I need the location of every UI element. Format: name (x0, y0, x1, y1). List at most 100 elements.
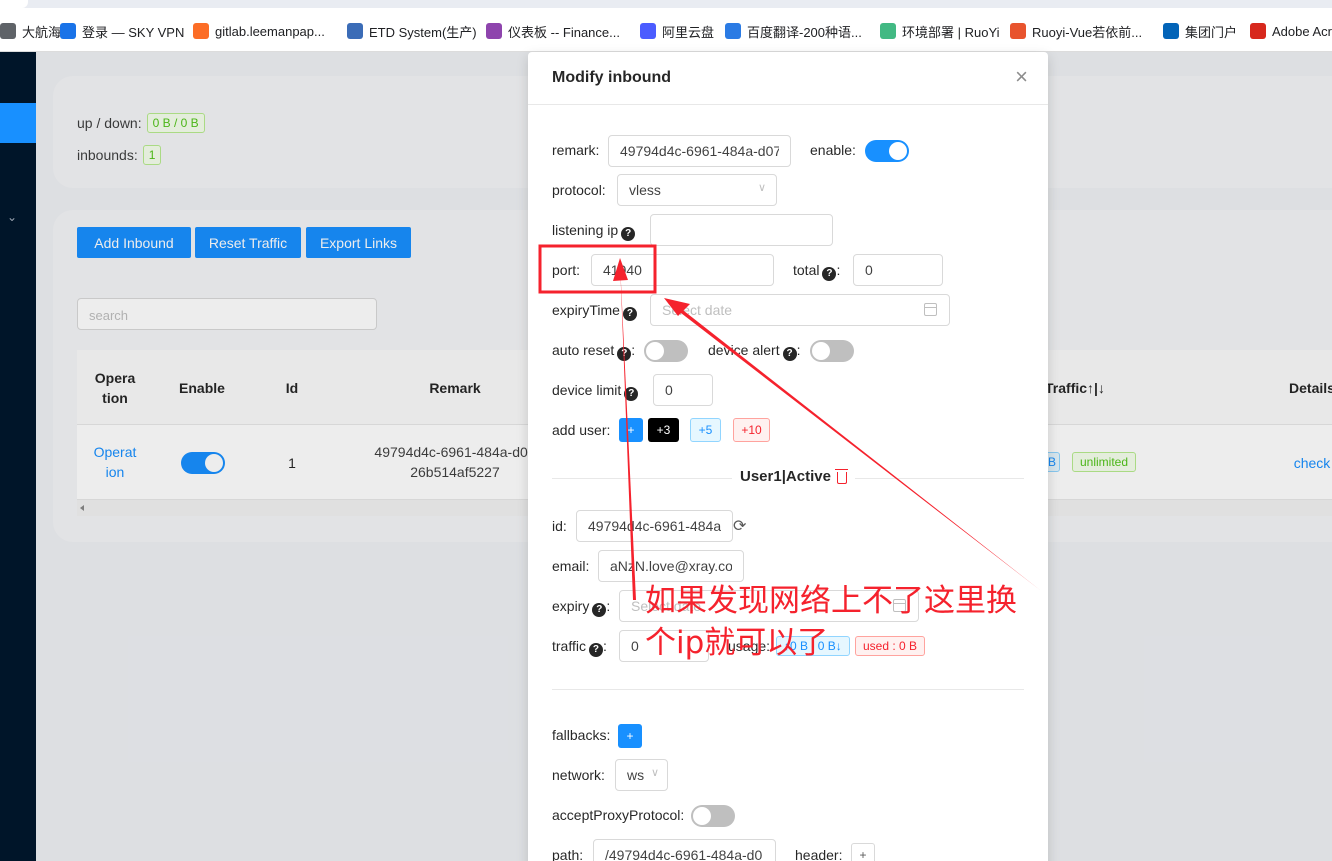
c-icon (1010, 23, 1026, 39)
add-3-users-button[interactable]: +3 (648, 418, 679, 442)
bookmark-label: 环境部署 | RuoYi (902, 24, 1000, 40)
fallbacks-label: fallbacks: (552, 727, 611, 743)
bookmark-3[interactable]: ETD System(生产) (347, 21, 477, 41)
tab-strip (0, 0, 1332, 8)
port-label: port: (552, 262, 581, 278)
help-icon: ? (624, 387, 639, 401)
add-10-users-button[interactable]: +10 (733, 418, 770, 442)
modal-title: Modify inbound (552, 69, 672, 86)
expiry-text: expiryTime (552, 302, 620, 318)
translate-icon (725, 23, 741, 39)
bookmark-label: gitlab.leemanpap... (215, 23, 325, 39)
help-icon: ? (622, 307, 637, 321)
refresh-icon[interactable]: ⟳ (733, 516, 746, 536)
id-input[interactable] (576, 510, 733, 542)
user-title-text: User1|Active (740, 468, 831, 485)
modify-inbound-modal: Modify inbound × remark: enable: protoco… (528, 52, 1048, 861)
expiry-placeholder: Select date (662, 302, 733, 318)
bookmark-8[interactable]: Ruoyi-Vue若依前... (1010, 21, 1142, 41)
user-title: User1|Active (732, 468, 855, 485)
total-input[interactable] (853, 254, 943, 286)
accept-proxy-switch[interactable] (691, 805, 735, 827)
diamond-icon (486, 23, 502, 39)
user-expiry-label: expiry?: (552, 598, 611, 617)
help-icon: ? (822, 267, 837, 281)
traffic-text: traffic (552, 638, 586, 654)
bookmark-2[interactable]: gitlab.leemanpap... (193, 21, 325, 41)
bookmark-label: 百度翻译-200种语... (747, 24, 862, 40)
listening-ip-input[interactable] (650, 214, 833, 246)
help-icon: ? (617, 347, 632, 361)
device-alert-label: device alert?: (708, 342, 801, 361)
bookmark-6[interactable]: 百度翻译-200种语... (725, 21, 862, 41)
user-expiry-text: expiry (552, 598, 590, 614)
path-input[interactable] (593, 839, 776, 861)
network-value: ws (627, 767, 645, 783)
bookmark-1[interactable]: 登录 — SKY VPN (60, 21, 184, 41)
sidebar-item-active[interactable] (0, 103, 36, 143)
protocol-label: protocol: (552, 182, 606, 198)
bookmark-label: Adobe Acr (1272, 23, 1332, 39)
chevron-down-icon[interactable]: ⌄ (7, 210, 17, 224)
add-fallback-button[interactable]: + (618, 724, 642, 748)
enable-label: enable: (810, 142, 856, 158)
help-icon: ? (592, 603, 607, 617)
section-divider (552, 689, 1024, 690)
add-5-users-button[interactable]: +5 (690, 418, 721, 442)
bookmark-4[interactable]: 仪表板 -- Finance... (486, 21, 620, 41)
cloud-icon (60, 23, 76, 39)
sharepoint-icon (1163, 23, 1179, 39)
expiry-date-picker[interactable]: Select date (650, 294, 950, 326)
device-alert-switch[interactable] (810, 340, 854, 362)
bookmark-0[interactable]: 大航海 (0, 21, 61, 41)
device-limit-input[interactable] (653, 374, 713, 406)
bookmark-label: 仪表板 -- Finance... (508, 24, 620, 40)
auto-reset-switch[interactable] (644, 340, 688, 362)
bookmark-10[interactable]: Adobe Acr (1250, 21, 1332, 41)
chevron-down-icon: ∨ (757, 182, 766, 194)
add-user-button[interactable]: + (619, 418, 643, 442)
globe-icon (0, 23, 16, 39)
email-label: email: (552, 558, 590, 574)
network-label: network: (552, 767, 605, 783)
email-input[interactable] (598, 550, 744, 582)
protocol-value: vless (629, 182, 661, 198)
bookmarks-bar: 大航海 登录 — SKY VPN gitlab.leemanpap... ETD Sy… (0, 0, 1332, 52)
globe-icon (347, 23, 363, 39)
enable-switch[interactable] (865, 140, 909, 162)
aliyun-icon (640, 23, 656, 39)
help-icon: ? (782, 347, 797, 361)
gitlab-icon (193, 23, 209, 39)
modal-header: Modify inbound × (528, 52, 1048, 105)
total-label: total?: (793, 262, 841, 281)
delete-icon[interactable] (834, 468, 848, 484)
accept-proxy-label: acceptProxyProtocol: (552, 807, 685, 823)
bookmark-label: 大航海 (22, 24, 62, 40)
bookmark-9[interactable]: 集团门户 (1163, 21, 1237, 41)
listening-ip-text: listening ip (552, 222, 619, 238)
device-limit-label: device limit? (552, 382, 639, 401)
listening-ip-label: listening ip? (552, 222, 636, 241)
device-limit-text: device limit (552, 382, 622, 398)
annotation-text: 如果发现网络上不了这里换 个ip就可以了 (645, 583, 1017, 661)
network-select[interactable]: ws ∨ (615, 759, 668, 791)
bookmark-7[interactable]: 环境部署 | RuoYi (880, 21, 1000, 41)
chevron-down-icon: ∨ (650, 767, 659, 779)
auto-reset-label: auto reset?: (552, 342, 636, 361)
add-header-button[interactable]: + (851, 843, 875, 861)
remark-input[interactable] (608, 135, 791, 167)
traffic-label: traffic?: (552, 638, 607, 657)
bookmark-label: ETD System(生产) (369, 24, 477, 40)
pdf-icon (1250, 23, 1266, 39)
bookmark-label: 登录 — SKY VPN (82, 24, 185, 40)
calendar-icon (924, 303, 937, 316)
port-input[interactable] (591, 254, 774, 286)
bookmark-5[interactable]: 阿里云盘 (640, 21, 714, 41)
protocol-select[interactable]: vless ∨ (617, 174, 777, 206)
active-tab-stub (0, 0, 28, 8)
close-icon[interactable]: × (1015, 65, 1028, 89)
add-user-label: add user: (552, 422, 611, 438)
bookmark-label: Ruoyi-Vue若依前... (1032, 24, 1143, 40)
total-text: total (793, 262, 820, 278)
sidebar: ⌄ (0, 52, 36, 861)
